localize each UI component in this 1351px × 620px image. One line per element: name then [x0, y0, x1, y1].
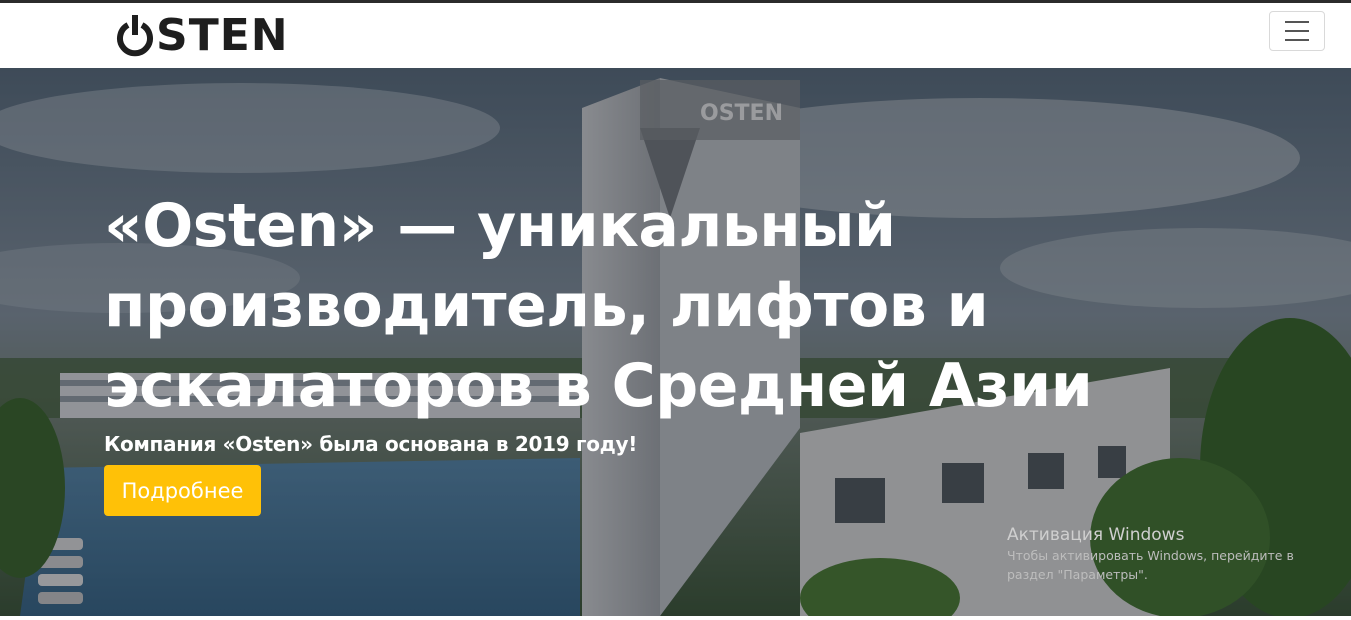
hero-title-line: «Osten» — уникальный [104, 191, 896, 261]
bottom-strip [0, 616, 1351, 620]
windows-activation-text: Чтобы активировать Windows, перейдите в … [1007, 548, 1294, 582]
windows-activation-watermark: Активация Windows Чтобы активировать Win… [1007, 524, 1327, 584]
hero-title-line: производитель, лифтов и [104, 271, 989, 341]
hero-section: OSTEN «Osten» — уникальный производитель… [0, 68, 1351, 616]
power-icon [116, 13, 154, 59]
more-details-button[interactable]: Подробнее [104, 465, 261, 516]
site-logo[interactable]: STEN [116, 12, 289, 60]
hero-title-line: эскалаторов в Средней Азии [104, 351, 1093, 421]
windows-activation-title: Активация Windows [1007, 525, 1185, 545]
hamburger-menu-icon-line [1285, 30, 1309, 32]
hamburger-menu-icon [1285, 21, 1309, 23]
menu-toggle-button[interactable] [1269, 11, 1325, 51]
hamburger-menu-icon-line [1285, 39, 1309, 41]
hero-subtitle: Компания «Osten» была основана в 2019 го… [104, 432, 638, 456]
hero-title: «Osten» — уникальный производитель, лифт… [104, 186, 1104, 426]
navbar: STEN [0, 3, 1351, 68]
logo-text: STEN [156, 10, 289, 61]
